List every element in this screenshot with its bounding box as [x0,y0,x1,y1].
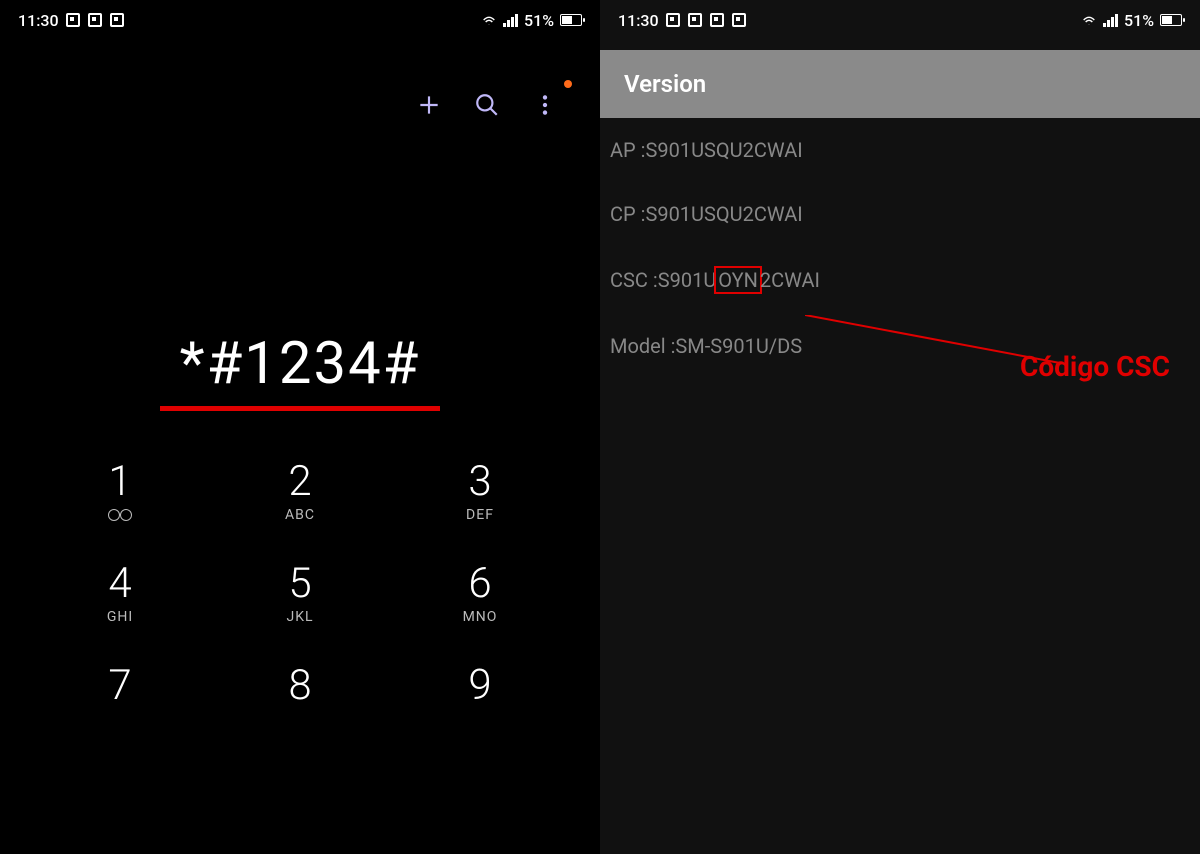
cp-value: S901USQU2CWAI [645,202,802,226]
dialed-number: *#1234# [180,330,421,398]
cp-row: CP : S901USQU2CWAI [600,182,1200,246]
battery-percent: 51% [524,11,554,30]
version-screen: 11:30 51% Version AP : S901USQU2CWAI CP … [600,0,1200,854]
notification-icon [687,12,703,28]
notification-icon [731,12,747,28]
dial-keypad: 1 2 ABC 3 DEF 4 GHI 5 JKL 6 MNO 7 8 [0,461,600,711]
key-9[interactable]: 9 [390,665,570,711]
signal-icon [503,13,518,27]
annotation-underline [160,406,440,411]
csc-value-post: 2CWAI [760,268,820,292]
key-3[interactable]: 3 DEF [390,461,570,523]
battery-icon [560,14,582,26]
status-time: 11:30 [618,11,659,30]
key-8[interactable]: 8 [210,665,390,711]
battery-icon [1160,14,1182,26]
notification-icon [665,12,681,28]
csc-row: CSC : S901UOYN2CWAI [600,246,1200,314]
ap-row: AP : S901USQU2CWAI [600,118,1200,182]
status-time: 11:30 [18,11,59,30]
cp-label: CP : [610,202,645,226]
csc-value-pre: S901U [658,268,717,292]
key-6[interactable]: 6 MNO [390,563,570,625]
version-header: Version [600,50,1200,118]
model-value: SM-S901U/DS [675,334,802,358]
ap-label: AP : [610,138,645,162]
more-options-button[interactable] [530,90,560,120]
key-5[interactable]: 5 JKL [210,563,390,625]
key-4[interactable]: 4 GHI [30,563,210,625]
wifi-icon [1081,12,1097,28]
csc-annotation-label: Código CSC [1020,350,1170,383]
voicemail-icon [108,509,132,521]
notification-icon [87,12,103,28]
key-1[interactable]: 1 [30,461,210,523]
status-bar-left: 11:30 51% [0,0,600,40]
csc-label: CSC : [610,268,658,292]
add-contact-button[interactable] [414,90,444,120]
dialed-number-display: *#1234# [0,330,600,411]
model-label: Model : [610,334,675,358]
ap-value: S901USQU2CWAI [645,138,802,162]
notification-icon [65,12,81,28]
signal-icon [1103,13,1118,27]
notification-icon [109,12,125,28]
csc-code-highlight: OYN [714,266,762,294]
wifi-icon [481,12,497,28]
key-2[interactable]: 2 ABC [210,461,390,523]
key-7[interactable]: 7 [30,665,210,711]
battery-percent: 51% [1124,11,1154,30]
dialer-screen: 11:30 51% *#1234# 1 [0,0,600,854]
dialer-toolbar [0,40,600,130]
notification-dot-icon [564,80,572,88]
search-button[interactable] [472,90,502,120]
status-bar-right: 11:30 51% [600,0,1200,40]
notification-icon [709,12,725,28]
